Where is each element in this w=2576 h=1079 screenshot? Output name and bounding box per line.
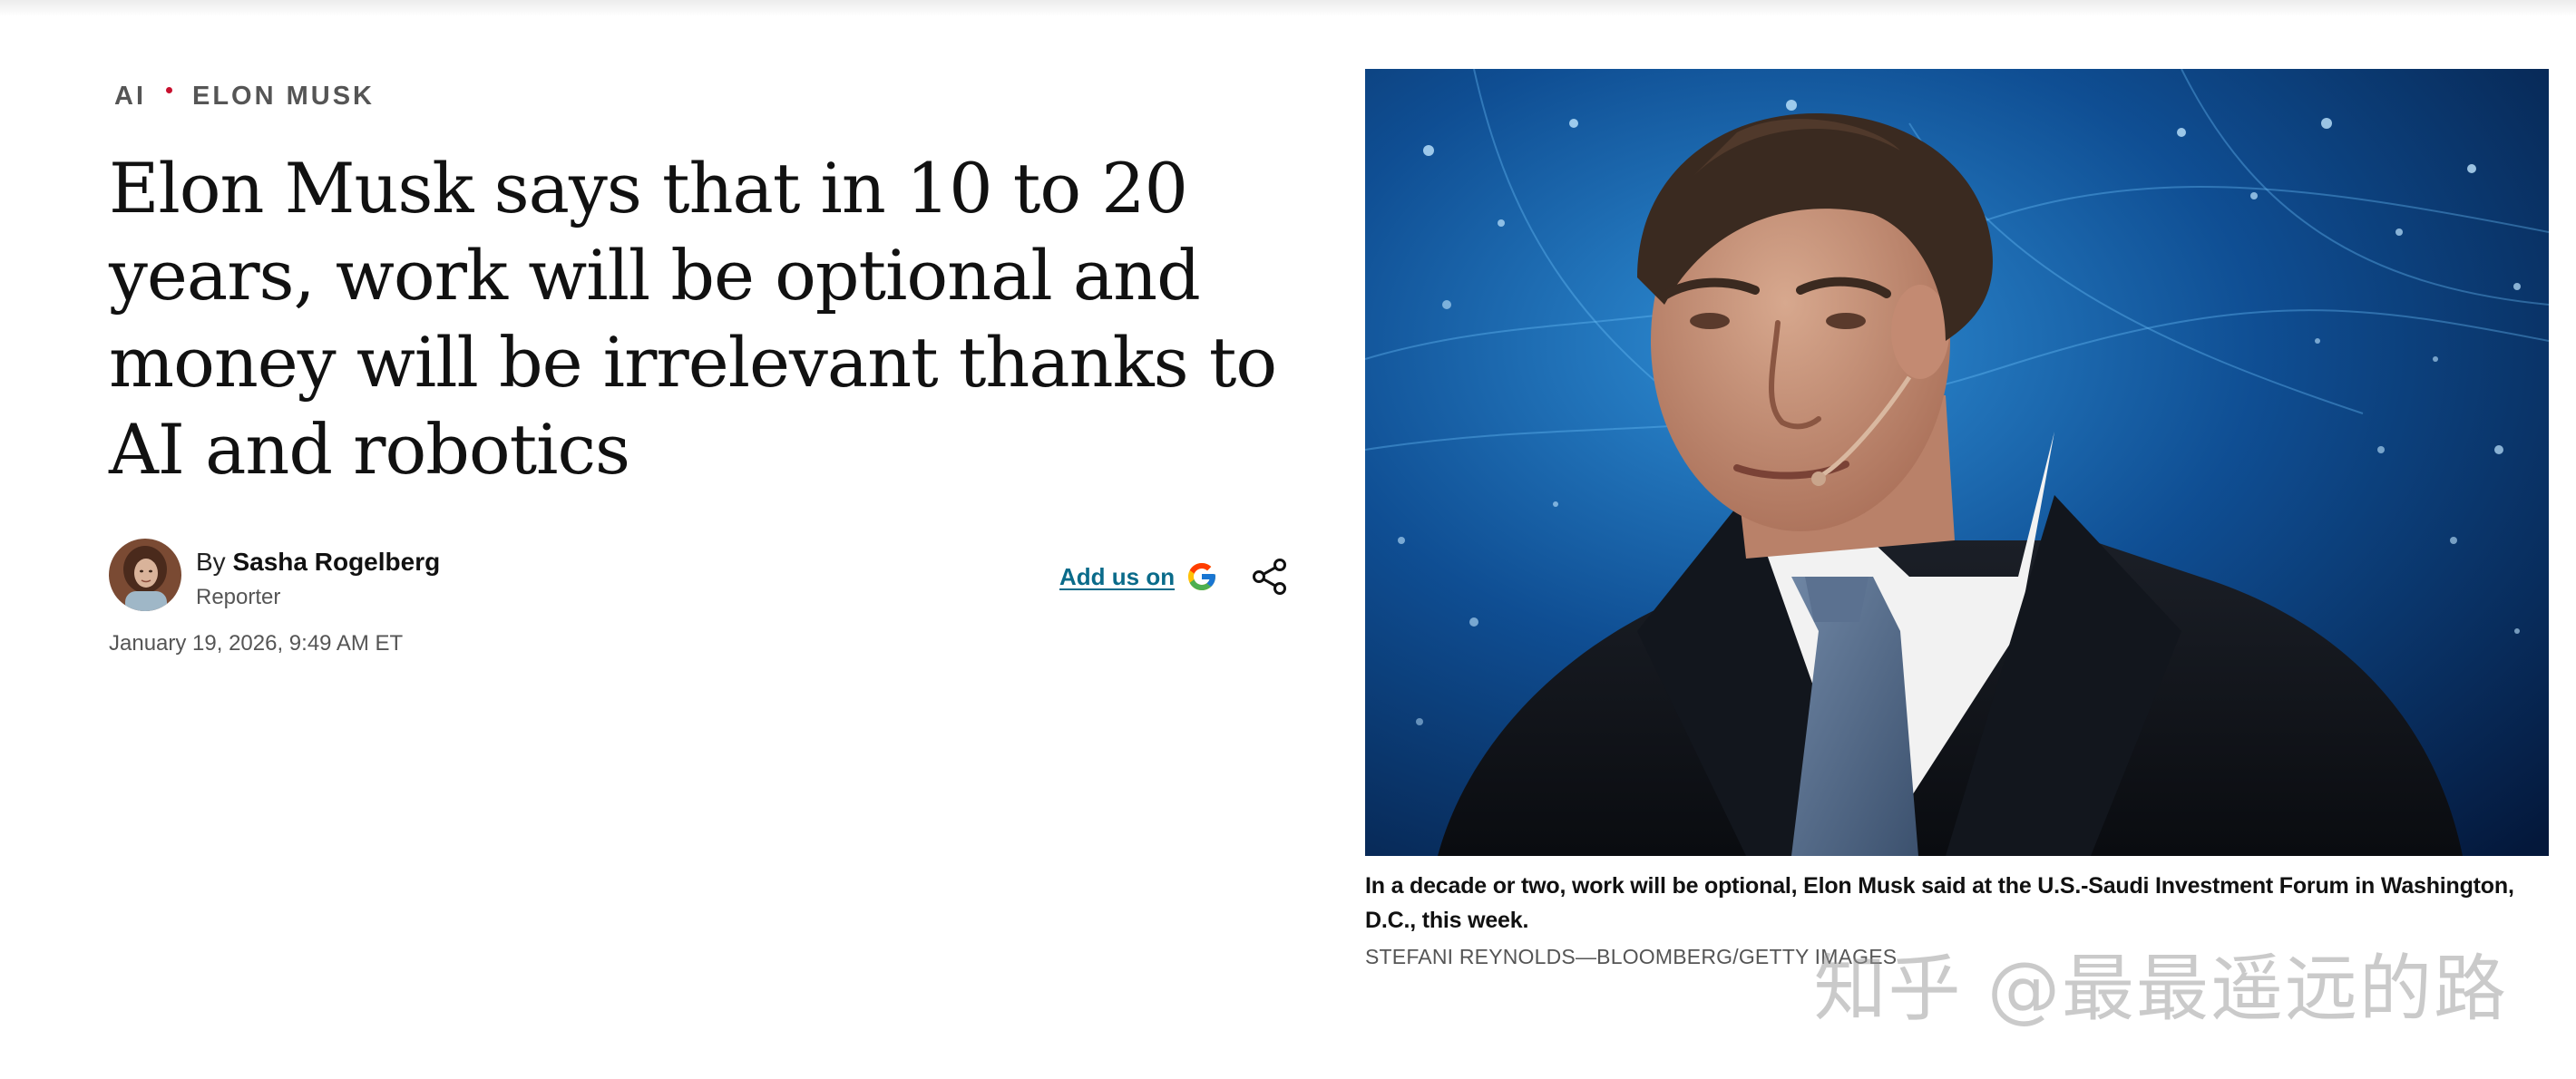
share-button[interactable]: [1248, 555, 1292, 598]
add-us-label: Add us on: [1059, 562, 1176, 590]
image-caption: In a decade or two, work will be optiona…: [1365, 873, 2514, 933]
image-credit: STEFANI REYNOLDS—BLOOMBERG/GETTY IMAGES: [1365, 945, 1898, 968]
add-us-on-google-link[interactable]: Add us on: [1059, 560, 1218, 593]
byline-name-line: By Sasha Rogelberg: [196, 546, 440, 578]
article-headline: Elon Musk says that in 10 to 20 years, w…: [109, 148, 1277, 490]
share-icon: [1253, 559, 1286, 595]
google-icon: [1188, 563, 1216, 590]
author-avatar[interactable]: [109, 539, 181, 611]
publish-date: January 19, 2026, 9:49 AM ET: [109, 631, 404, 656]
top-shadow-bar: [0, 0, 2576, 16]
byline-text: By Sasha Rogelberg Reporter: [196, 546, 440, 613]
hero-image[interactable]: [1365, 69, 2549, 856]
author-name-link[interactable]: Sasha Rogelberg: [232, 548, 440, 576]
byline: By Sasha Rogelberg Reporter: [109, 539, 440, 613]
tag-separator-dot: [166, 86, 172, 93]
section-tags: AI ELON MUSK: [114, 78, 375, 114]
author-role: Reporter: [196, 585, 281, 609]
section-tag-ai[interactable]: AI: [114, 82, 146, 112]
byline-prefix: By: [196, 548, 226, 576]
section-tag-elon-musk[interactable]: ELON MUSK: [192, 82, 375, 112]
hero-figure: In a decade or two, work will be optiona…: [1365, 69, 2549, 970]
